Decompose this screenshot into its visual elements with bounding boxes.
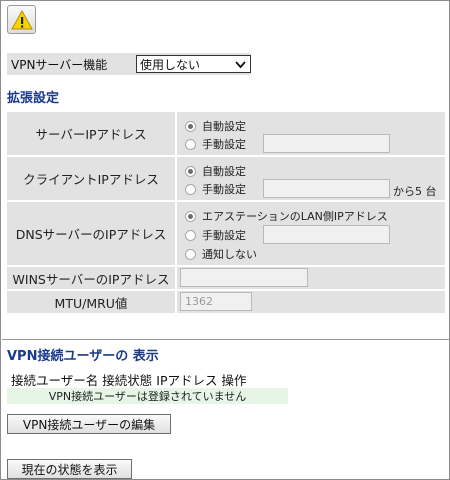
dns-ip-station-option[interactable]: エアステーションのLAN側IPアドレス <box>185 208 388 224</box>
vpn-server-function-row: VPNサーバー機能 使用しない <box>7 53 251 75</box>
client-ip-manual-label: 手動設定 <box>202 183 246 196</box>
mtu-label: MTU/MRU値 <box>7 291 175 313</box>
mtu-row: MTU/MRU値 1362 <box>7 291 445 313</box>
dns-ip-manual-option[interactable]: 手動設定 <box>185 227 246 243</box>
column-header-action: 操作 <box>221 372 247 388</box>
client-ip-auto-radio[interactable] <box>185 165 196 177</box>
client-ip-count-suffix: から5 台 <box>393 185 437 198</box>
extended-settings-title: 拡張設定 <box>7 91 60 106</box>
client-ip-auto-label: 自動設定 <box>202 165 246 178</box>
server-ip-input[interactable] <box>263 134 390 153</box>
warning-icon <box>11 9 33 30</box>
dns-ip-manual-label: 手動設定 <box>202 229 246 242</box>
warning-button[interactable] <box>7 5 36 34</box>
server-ip-auto-option[interactable]: 自動設定 <box>185 118 246 134</box>
vpn-users-empty-message: VPN接続ユーザーは登録されていません <box>7 388 288 404</box>
client-ip-auto-option[interactable]: 自動設定 <box>185 163 246 179</box>
vpn-server-function-select[interactable]: 使用しない <box>136 55 251 73</box>
dns-ip-row: DNSサーバーのIPアドレス エアステーションのLAN側IPアドレス 手動設定 … <box>7 202 445 265</box>
dns-ip-value-cell: エアステーションのLAN側IPアドレス 手動設定 通知しない <box>177 202 445 265</box>
show-status-button[interactable]: 現在の状態を表示 <box>7 459 132 479</box>
dns-ip-station-radio[interactable] <box>185 210 196 222</box>
server-ip-label: サーバーIPアドレス <box>7 112 175 155</box>
client-ip-row: クライアントIPアドレス 自動設定 手動設定 から5 台 <box>7 157 445 200</box>
wins-ip-input[interactable] <box>180 268 308 287</box>
edit-vpn-users-button[interactable]: VPN接続ユーザーの編集 <box>7 414 171 434</box>
vpn-users-table: 接続ユーザー名 接続状態 IPアドレス 操作 VPN接続ユーザーは登録されていま… <box>7 370 288 404</box>
dns-ip-manual-radio[interactable] <box>185 229 196 241</box>
vpn-users-title: VPN接続ユーザーの 表示 <box>7 349 159 364</box>
dns-ip-station-label: エアステーションのLAN側IPアドレス <box>202 210 388 223</box>
mtu-input[interactable]: 1362 <box>180 292 252 311</box>
client-ip-label: クライアントIPアドレス <box>7 157 175 200</box>
chevron-down-icon <box>235 61 246 69</box>
column-header-ip: IPアドレス <box>156 372 218 388</box>
dns-ip-none-option[interactable]: 通知しない <box>185 246 257 262</box>
wins-ip-row: WINSサーバーのIPアドレス <box>7 267 445 289</box>
vpn-users-table-header: 接続ユーザー名 接続状態 IPアドレス 操作 <box>7 370 288 388</box>
column-header-username: 接続ユーザー名 <box>11 372 99 388</box>
server-ip-manual-label: 手動設定 <box>202 138 246 151</box>
dns-ip-none-radio[interactable] <box>185 248 196 260</box>
server-ip-value-cell: 自動設定 手動設定 <box>177 112 445 155</box>
client-ip-value-cell: 自動設定 手動設定 から5 台 <box>177 157 445 200</box>
dns-ip-none-label: 通知しない <box>202 248 257 261</box>
server-ip-auto-radio[interactable] <box>185 120 196 132</box>
dns-ip-label: DNSサーバーのIPアドレス <box>7 202 175 265</box>
client-ip-manual-radio[interactable] <box>185 183 196 195</box>
server-ip-row: サーバーIPアドレス 自動設定 手動設定 <box>7 112 445 155</box>
client-ip-input[interactable] <box>263 179 390 198</box>
wins-ip-label: WINSサーバーのIPアドレス <box>7 267 175 289</box>
vpn-server-function-value: 使用しない <box>140 57 201 72</box>
mtu-value-cell: 1362 <box>177 291 445 313</box>
wins-ip-value-cell <box>177 267 445 289</box>
vpn-server-function-label: VPNサーバー機能 <box>11 57 108 72</box>
server-ip-auto-label: 自動設定 <box>202 120 246 133</box>
column-header-status: 接続状態 <box>102 372 153 388</box>
dns-ip-input[interactable] <box>263 225 390 244</box>
section-divider <box>2 339 450 340</box>
client-ip-manual-option[interactable]: 手動設定 <box>185 181 246 197</box>
server-ip-manual-radio[interactable] <box>185 138 196 150</box>
server-ip-manual-option[interactable]: 手動設定 <box>185 136 246 152</box>
settings-panel: VPNサーバー機能 使用しない 拡張設定 サーバーIPアドレス 自動設定 手動設… <box>0 0 450 480</box>
